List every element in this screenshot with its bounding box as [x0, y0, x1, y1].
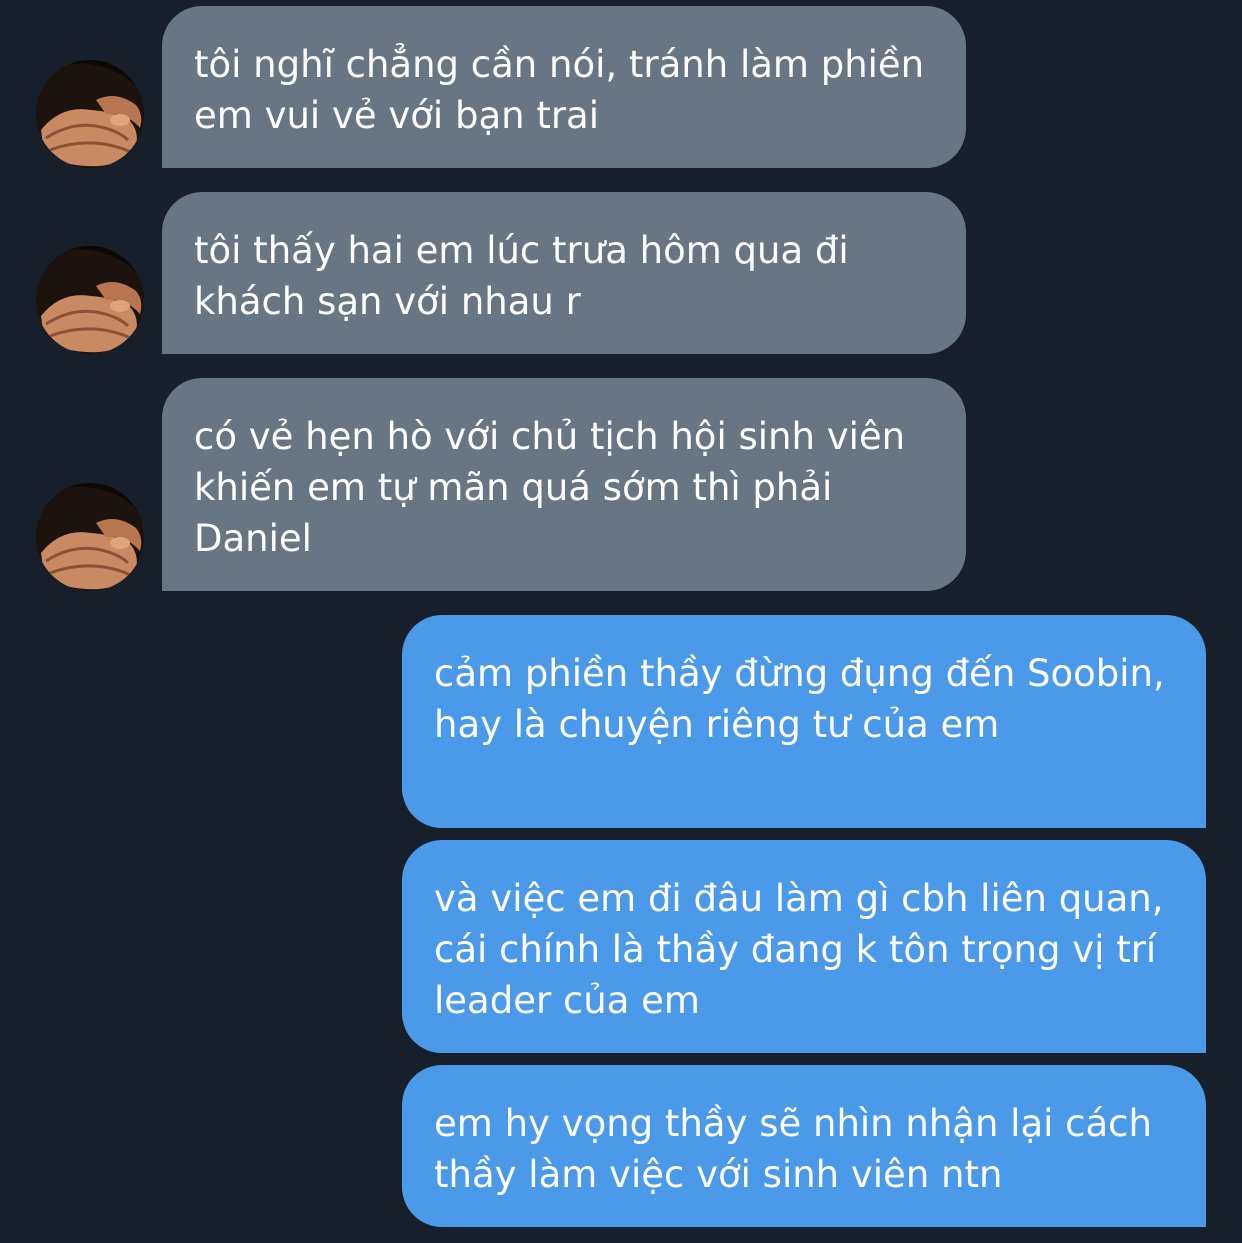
incoming-message-bubble[interactable]: có vẻ hẹn hò với chủ tịch hội sinh viên … — [162, 378, 966, 591]
avatar-photo-icon — [36, 483, 144, 591]
avatar-photo-icon — [36, 246, 144, 354]
avatar-photo-icon — [36, 60, 144, 168]
message-text: em hy vọng thầy sẽ nhìn nhận lại cách th… — [434, 1102, 1152, 1196]
message-text: tôi thấy hai em lúc trưa hôm qua đi khác… — [194, 229, 849, 323]
incoming-message-bubble[interactable]: tôi thấy hai em lúc trưa hôm qua đi khác… — [162, 192, 966, 354]
outgoing-message-bubble[interactable]: em hy vọng thầy sẽ nhìn nhận lại cách th… — [402, 1065, 1206, 1227]
message-text: tôi nghĩ chẳng cần nói, tránh làm phiền … — [194, 43, 925, 137]
incoming-message-bubble[interactable]: tôi nghĩ chẳng cần nói, tránh làm phiền … — [162, 6, 966, 168]
outgoing-message-bubble[interactable]: và việc em đi đâu làm gì cbh liên quan, … — [402, 840, 1206, 1053]
sender-avatar[interactable] — [36, 483, 144, 591]
message-text: cảm phiền thầy đừng đụng đến Soobin, hay… — [434, 652, 1165, 746]
outgoing-message-bubble[interactable]: cảm phiền thầy đừng đụng đến Soobin, hay… — [402, 615, 1206, 828]
message-text: có vẻ hẹn hò với chủ tịch hội sinh viên … — [194, 415, 906, 560]
sender-avatar[interactable] — [36, 60, 144, 168]
chat-thread: tôi nghĩ chẳng cần nói, tránh làm phiền … — [0, 0, 1242, 1243]
message-text: và việc em đi đâu làm gì cbh liên quan, … — [434, 877, 1164, 1022]
sender-avatar[interactable] — [36, 246, 144, 354]
